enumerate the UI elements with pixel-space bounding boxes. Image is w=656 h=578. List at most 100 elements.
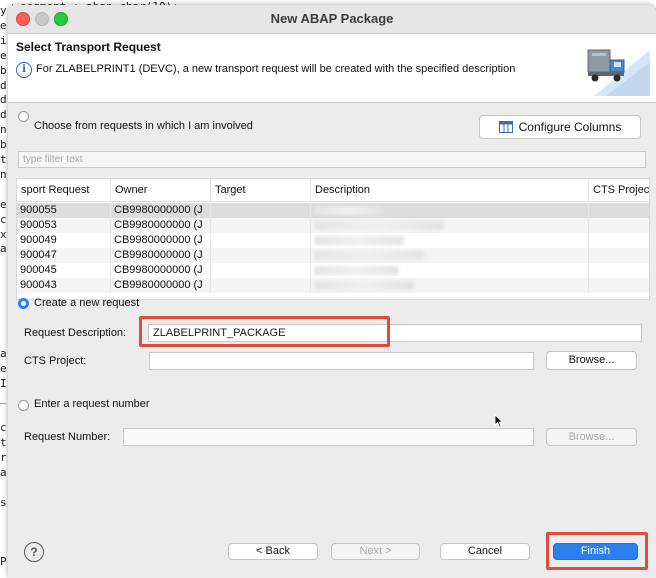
request-cell: 900047 (17, 248, 111, 263)
background-editor-line: d (0, 78, 7, 92)
cts-project-cell (589, 203, 649, 218)
filter-input[interactable]: type filter text (18, 151, 646, 168)
column-header-target[interactable]: Target (211, 179, 311, 201)
owner-cell: CB9980000000 (J (111, 263, 211, 278)
description-cell (311, 218, 589, 233)
target-cell (211, 233, 311, 248)
background-editor-line: e (0, 18, 7, 32)
owner-cell: CB9980000000 (J (111, 248, 211, 263)
request-cell: 900053 (17, 218, 111, 233)
table-row[interactable]: 900045 CB9980000000 (J (17, 263, 649, 278)
request-description-label: Request Description: (24, 327, 127, 339)
choose-requests-radio[interactable] (18, 111, 29, 122)
background-editor-line: a (0, 346, 7, 360)
background-editor-line: d (0, 93, 7, 107)
table-row[interactable]: 900055 CB9980000000 (J (17, 203, 649, 218)
cts-project-cell (589, 218, 649, 233)
background-editor-line: i (0, 33, 7, 47)
cts-project-cell (589, 263, 649, 278)
table-row[interactable]: 900043 CB9980000000 (J (17, 278, 649, 293)
target-cell (211, 218, 311, 233)
column-header-description[interactable]: Description (311, 179, 589, 201)
background-editor-line: d (0, 108, 7, 122)
table-row[interactable]: 900047 CB9980000000 (J (17, 248, 649, 263)
background-editor-line: r (0, 451, 7, 464)
background-editor-line: n (0, 167, 7, 181)
background-editor-line: e (0, 361, 7, 375)
background-editor-line: t (0, 436, 7, 450)
choose-requests-label: Choose from requests in which I am invol… (34, 120, 253, 132)
create-request-label: Create a new request (34, 297, 140, 309)
cts-project-cell (589, 248, 649, 263)
window-title: New ABAP Package (270, 11, 394, 26)
create-request-radio[interactable] (18, 298, 29, 309)
info-icon: i (16, 62, 32, 78)
column-header-request[interactable]: sport Request (17, 179, 111, 201)
background-editor-line: y (0, 4, 7, 17)
background-editor-line: e (0, 197, 7, 211)
owner-cell: CB9980000000 (J (111, 203, 211, 218)
description-cell (311, 278, 589, 293)
cancel-button[interactable]: Cancel (440, 543, 530, 560)
owner-cell: CB9980000000 (J (111, 278, 211, 293)
enter-request-label: Enter a request number (34, 398, 150, 410)
target-cell (211, 248, 311, 263)
mouse-cursor-icon (494, 414, 504, 428)
title-bar: New ABAP Package (8, 5, 656, 34)
new-abap-package-dialog: New ABAP Package Select Transport Reques… (8, 5, 656, 578)
request-number-label: Request Number: (24, 431, 111, 443)
column-header-owner[interactable]: Owner (111, 179, 211, 201)
wizard-header: Select Transport Request i For ZLABELPRI… (8, 34, 656, 103)
truck-icon (587, 49, 650, 96)
wizard-page-title: Select Transport Request (16, 40, 161, 54)
background-editor-line: t (0, 153, 7, 166)
target-cell (211, 263, 311, 278)
description-cell (311, 233, 589, 248)
owner-cell: CB9980000000 (J (111, 218, 211, 233)
owner-cell: CB9980000000 (J (111, 233, 211, 248)
next-button[interactable]: Next > (331, 543, 420, 560)
description-cell (311, 203, 589, 218)
request-cell: 900043 (17, 278, 111, 293)
table-row[interactable]: 900053 CB9980000000 (J (17, 218, 649, 233)
request-cell: 900049 (17, 233, 111, 248)
background-editor-line: b (0, 138, 7, 152)
request-cell: 900055 (17, 203, 111, 218)
configure-columns-label: Configure Columns (518, 120, 622, 134)
wizard-message: For ZLABELPRINT1 (DEVC), a new transport… (36, 63, 516, 75)
request-number-field[interactable] (123, 428, 534, 446)
background-editor-line: s (0, 495, 7, 509)
cts-project-cell (589, 278, 649, 293)
table-row[interactable]: 900049 CB9980000000 (J (17, 233, 649, 248)
filter-placeholder: type filter text (23, 154, 83, 165)
background-editor-line: c (0, 212, 7, 226)
description-cell (311, 248, 589, 263)
background-editor-line: n (0, 123, 7, 137)
configure-columns-button[interactable]: Configure Columns (479, 115, 641, 139)
header-divider (17, 201, 649, 202)
cts-project-field[interactable] (149, 352, 534, 370)
background-editor-line: a (0, 465, 7, 479)
highlight-description-box (139, 316, 390, 347)
transport-requests-table: sport Request Owner Target Description C… (16, 178, 650, 300)
table-columns-icon (498, 121, 513, 133)
background-editor-line: c (0, 421, 7, 435)
background-editor-line: e (0, 48, 7, 62)
target-cell (211, 203, 311, 218)
column-header-cts-project[interactable]: CTS Project (589, 179, 649, 201)
cts-project-label: CTS Project: (24, 355, 87, 367)
background-editor-line: b (0, 63, 7, 77)
request-number-browse-button[interactable]: Browse... (546, 428, 637, 446)
request-cell: 900045 (17, 263, 111, 278)
enter-request-radio[interactable] (18, 400, 29, 411)
cts-browse-button[interactable]: Browse... (546, 351, 637, 370)
highlight-finish-box (546, 532, 648, 570)
back-button[interactable]: < Back (228, 543, 318, 560)
help-icon[interactable]: ? (24, 542, 44, 562)
background-editor-line: _ (0, 391, 7, 405)
background-editor-line: I (0, 376, 7, 390)
target-cell (211, 278, 311, 293)
background-editor-line: a (0, 242, 7, 256)
background-editor-line: x (0, 227, 7, 241)
description-cell (311, 263, 589, 278)
